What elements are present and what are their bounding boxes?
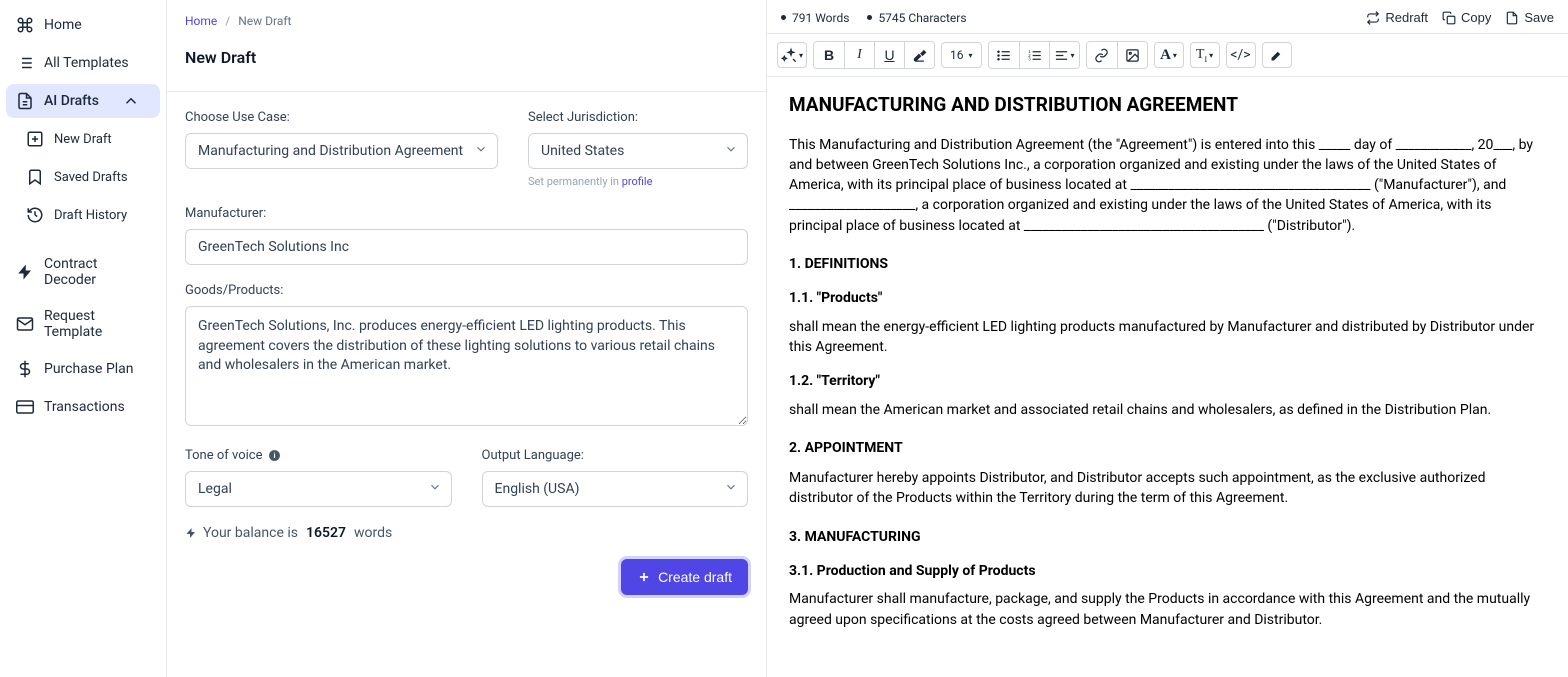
image-button[interactable] [1117,42,1147,68]
underline-button[interactable]: U [874,42,904,68]
sidebar-item-new-draft[interactable]: New Draft [16,122,160,156]
document-icon [16,92,34,110]
sidebar-item-label: Request Template [44,308,150,340]
sidebar-item-transactions[interactable]: Transactions [6,390,160,424]
word-count: 791 Words [781,11,849,25]
copy-icon [1442,11,1456,25]
mail-icon [16,315,34,333]
svg-text:i: i [273,451,275,460]
plus-icon [637,570,651,584]
sidebar-item-ai-drafts[interactable]: AI Drafts [6,84,160,118]
italic-button[interactable]: I [844,42,874,68]
list-icon [16,54,34,72]
chevron-up-icon [122,92,140,110]
sidebar-item-request-template[interactable]: Request Template [6,300,160,348]
editor-toolbar: ▾ B I U 16▾ 123 [767,33,1568,77]
jurisdiction-label: Select Jurisdiction: [528,110,748,125]
sidebar-item-purchase-plan[interactable]: Purchase Plan [6,352,160,386]
form-panel: Home / New Draft New Draft Choose Use Ca… [167,0,767,677]
doc-intro: This Manufacturing and Distribution Agre… [789,135,1546,236]
doc-paragraph: Manufacturer hereby appoints Distributor… [789,468,1546,509]
sidebar-item-home[interactable]: Home [6,8,160,42]
breadcrumb: Home / New Draft [185,14,748,28]
manufacturer-label: Manufacturer: [185,206,748,221]
sidebar-item-label: All Templates [44,55,129,71]
command-icon [16,16,34,34]
jurisdiction-select[interactable]: United States [528,133,748,169]
editor-content[interactable]: MANUFACTURING AND DISTRIBUTION AGREEMENT… [767,77,1568,677]
bolt-icon [185,526,197,540]
svg-text:3: 3 [1028,56,1031,61]
lang-label: Output Language: [482,448,749,463]
sidebar-item-label: Home [44,17,82,33]
doc-paragraph: shall mean the energy-efficient LED ligh… [789,317,1546,358]
doc-heading: 2. APPOINTMENT [789,438,1546,458]
font-size-select[interactable]: 16▾ [941,42,982,68]
sidebar-item-label: Contract Decoder [44,256,150,288]
history-icon [26,206,44,224]
use-case-label: Choose Use Case: [185,110,498,125]
sidebar-item-label: AI Drafts [44,93,99,109]
doc-subheading: 3.1. Production and Supply of Products [789,561,1546,581]
sidebar-item-label: Saved Drafts [54,170,128,185]
save-button[interactable]: Save [1505,10,1554,25]
highlighter-button[interactable] [1262,42,1292,68]
doc-subheading: 1.2. "Territory" [789,371,1546,391]
create-draft-button[interactable]: Create draft [621,559,748,595]
doc-heading: 1. DEFINITIONS [789,254,1546,274]
page-title: New Draft [185,48,748,67]
align-button[interactable]: ▾ [1049,42,1079,68]
link-button[interactable] [1087,42,1117,68]
sidebar-item-label: Draft History [54,208,127,223]
sidebar-item-label: Purchase Plan [44,361,134,377]
plus-square-icon [26,130,44,148]
sidebar-item-contract-decoder[interactable]: Contract Decoder [6,248,160,296]
doc-subheading: 1.1. "Products" [789,288,1546,308]
bolt-icon [16,263,34,281]
dollar-icon [16,360,34,378]
doc-heading: 3. MANUFACTURING [789,527,1546,547]
goods-textarea[interactable]: GreenTech Solutions, Inc. produces energ… [185,306,748,426]
doc-paragraph: shall mean the American market and assoc… [789,400,1546,420]
tone-label: Tone of voice i [185,448,452,463]
sidebar-item-label: Transactions [44,399,125,415]
eraser-button[interactable] [904,42,934,68]
doc-title: MANUFACTURING AND DISTRIBUTION AGREEMENT [789,91,1546,119]
text-color-button[interactable]: A▾ [1154,42,1184,68]
editor-panel: 791 Words 5745 Characters Redraft Copy [767,0,1568,677]
file-icon [1505,11,1519,25]
credit-card-icon [16,398,34,416]
jurisdiction-subtext: Set permanently in profile [528,175,748,188]
ordered-list-button[interactable]: 123 [1019,42,1049,68]
magic-button[interactable]: ▾ [777,42,807,68]
sidebar-item-saved-drafts[interactable]: Saved Drafts [16,160,160,194]
breadcrumb-home[interactable]: Home [185,14,217,28]
manufacturer-input[interactable] [185,229,748,265]
sidebar-item-draft-history[interactable]: Draft History [16,198,160,232]
redraft-button[interactable]: Redraft [1366,10,1428,25]
profile-link[interactable]: profile [622,175,653,188]
editor-topbar: 791 Words 5745 Characters Redraft Copy [767,0,1568,33]
balance-text: Your balance is 16527 words [185,525,748,541]
use-case-select[interactable]: Manufacturing and Distribution Agreement [185,133,498,169]
copy-button[interactable]: Copy [1442,10,1491,25]
text-format-button[interactable]: TI▾ [1190,42,1220,68]
refresh-icon [1366,11,1380,25]
doc-paragraph: Manufacturer shall manufacture, package,… [789,589,1546,630]
info-icon: i [268,449,281,462]
goods-label: Goods/Products: [185,283,748,298]
lang-select[interactable]: English (USA) [482,471,749,507]
sidebar-item-label: New Draft [54,132,112,147]
sidebar-item-all-templates[interactable]: All Templates [6,46,160,80]
tone-select[interactable]: Legal [185,471,452,507]
breadcrumb-current: New Draft [238,14,291,28]
code-button[interactable]: </> [1226,42,1256,68]
bullet-list-button[interactable] [989,42,1019,68]
bookmark-icon [26,168,44,186]
char-count: 5745 Characters [867,11,966,25]
sidebar: Home All Templates AI Drafts New Draft S… [0,0,167,677]
bold-button[interactable]: B [814,42,844,68]
